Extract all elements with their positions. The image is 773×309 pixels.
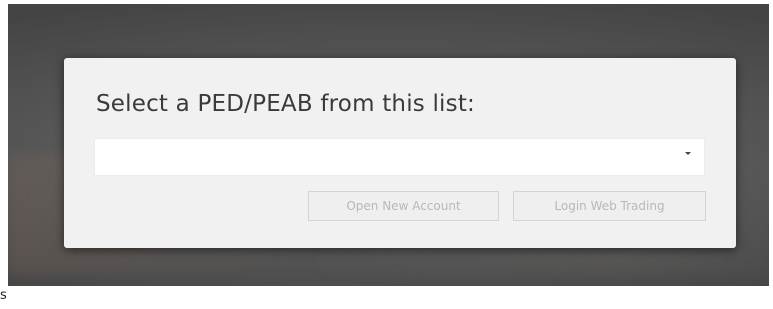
open-new-account-button[interactable]: Open New Account [308,191,499,221]
ped-select-dropdown[interactable] [94,138,705,176]
dialog-title: Select a PED/PEAB from this list: [96,91,476,117]
chevron-down-icon [685,152,691,155]
login-web-trading-button[interactable]: Login Web Trading [513,191,706,221]
background-screen: Select a PED/PEAB from this list: Open N… [8,4,769,286]
ped-selection-dialog: Select a PED/PEAB from this list: Open N… [64,58,736,248]
stray-text: s [0,288,7,303]
